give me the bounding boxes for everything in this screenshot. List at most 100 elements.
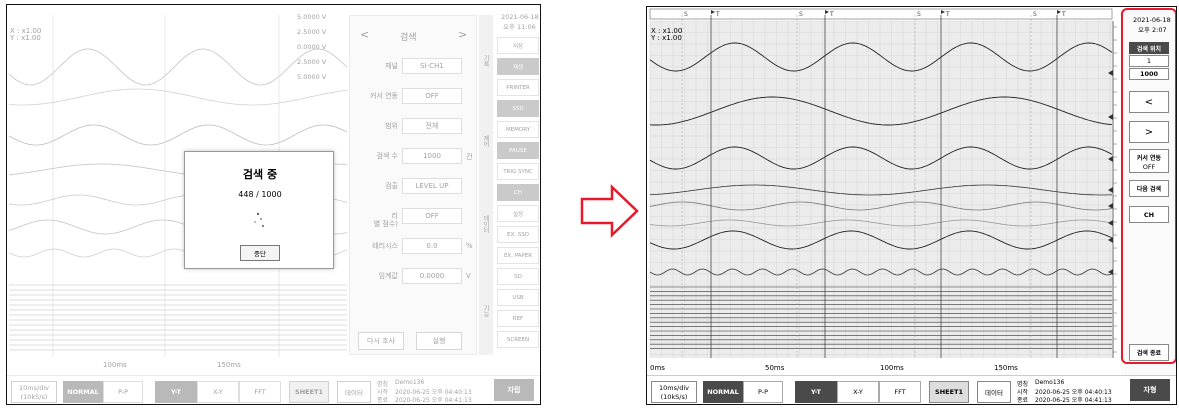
right-bottom-bar: 10ms/div (10kS/s) NORMAL P-P Y-T X-Y FFT SHEET… [647, 375, 1176, 404]
left-field-label: 검출 [385, 182, 398, 190]
left-side-button[interactable]: SCREEN [497, 331, 539, 348]
left-field-value[interactable]: LEVEL UP [402, 178, 462, 194]
sheet-button[interactable]: SHEET1 [289, 381, 329, 403]
loading-spinner-icon [254, 212, 265, 228]
left-execute-button[interactable]: 실행 [416, 332, 462, 350]
left-side-button[interactable]: EX. SSD [497, 226, 539, 243]
sheet-button[interactable]: SHEET1 [929, 381, 969, 403]
mode-pp-button[interactable]: P-P [743, 381, 783, 403]
mode-normal-button[interactable]: NORMAL [703, 381, 743, 403]
view-xy-button[interactable]: X-Y [197, 381, 239, 403]
left-side-button[interactable]: EX. PAPER [497, 247, 539, 264]
right-time-label-50: 50ms [765, 364, 785, 372]
bottom-divider [7, 375, 540, 376]
left-side-button[interactable]: 저장 [497, 37, 539, 54]
start-marker-label: S [917, 11, 921, 18]
left-side-button[interactable]: CH [497, 184, 539, 201]
search-progress-dialog: 검색 중 448 / 1000 중단 [184, 151, 334, 269]
trigger-marker-label: T [829, 11, 834, 18]
data-button[interactable]: 데이터 [977, 381, 1011, 403]
view-xy-button[interactable]: X-Y [837, 381, 879, 403]
left-search-title: 검색 [400, 33, 417, 43]
left-bottom-bar: 10ms/div (10kS/s) NORMAL P-P Y-T X-Y FFT SHEET… [7, 375, 540, 404]
left-side-button[interactable]: 재생 [497, 58, 539, 75]
left-side-button[interactable]: TRIG SYNC [497, 163, 539, 180]
view-yt-button[interactable]: Y-T [795, 381, 837, 403]
left-side-button[interactable]: SSD [497, 100, 539, 117]
right-waveform-area: T T T TS S S S [649, 8, 1117, 358]
dialog-cancel-button[interactable]: 중단 [240, 245, 280, 261]
left-field-unit: 건 [466, 153, 473, 161]
left-volt-label: 2.5000 V [297, 58, 327, 66]
info-label: 종료 [377, 397, 389, 404]
left-search-prev-arrow[interactable]: < [360, 28, 369, 41]
left-field-unit: V [466, 272, 471, 280]
data-button[interactable]: 데이터 [337, 381, 371, 403]
left-field-value[interactable]: 전체 [402, 118, 462, 134]
left-side-button[interactable]: MEMORY [497, 121, 539, 138]
left-side-button[interactable]: SD [497, 268, 539, 285]
left-field-value[interactable]: OFF [402, 88, 462, 104]
right-zoom-y: Y : x1.00 [651, 34, 682, 42]
left-side-button[interactable]: PAUSE [497, 142, 539, 159]
view-yt-button[interactable]: Y-T [155, 381, 197, 403]
start-marker-label: S [1033, 11, 1037, 18]
view-fft-button[interactable]: FFT [879, 381, 921, 403]
left-volt-label: 5.0000 V [297, 13, 327, 21]
left-time-label-100: 100ms [103, 361, 127, 369]
dialog-progress: 448 / 1000 [238, 190, 282, 199]
info-value: Demo136 [395, 379, 425, 386]
left-field-label: 리 별 점수) [373, 212, 398, 228]
info-value: 2020-06-25 오후 04:41:13 [395, 397, 472, 404]
left-search-panel: < 검색 > 채널 SI-CH1 커서 연동 OFF 범위 전체 검색 수 1000 건 검출 LE… [349, 15, 477, 355]
left-date: 2021-06-18 [501, 13, 539, 21]
left-time: 오후 11:06 [503, 23, 536, 31]
left-field-label: 범위 [385, 122, 398, 130]
left-side-tabs: 기록 제어 데이터 기능 [479, 15, 493, 355]
left-tab-function[interactable]: 기능 [481, 305, 490, 317]
left-screenshot: X : x1.00 Y : x1.00 5.0000 V 2.5000 V 0.00… [6, 4, 541, 405]
info-value: Demo136 [1035, 379, 1065, 386]
right-time-label-0: 0ms [650, 364, 665, 372]
transition-arrow-icon [580, 184, 639, 238]
left-side-button[interactable]: REF [497, 310, 539, 327]
dialog-title: 검색 중 [242, 168, 278, 181]
trigger-marker-label: T [945, 11, 950, 18]
trigger-marker-label: T [1061, 11, 1066, 18]
right-time-label-150: 150ms [994, 364, 1018, 372]
start-marker-label: S [684, 11, 688, 18]
left-field-value[interactable]: SI-CH1 [402, 58, 462, 74]
left-field-unit: % [466, 242, 473, 250]
mode-pp-button[interactable]: P-P [103, 381, 143, 403]
left-volt-label: 2.5000 V [297, 28, 327, 36]
info-label: 종료 [1017, 397, 1029, 404]
left-zoom-y: Y : x1.00 [10, 34, 41, 42]
left-volt-label: 0.0000 V [297, 43, 327, 51]
record-button[interactable]: 자형 [1130, 379, 1170, 401]
left-field-value[interactable]: 0.0 [402, 238, 462, 254]
left-search-next-arrow[interactable]: > [458, 28, 467, 41]
record-button[interactable]: 자립 [494, 379, 534, 401]
left-side-button[interactable]: PRINTER [497, 79, 539, 96]
left-field-label: 채널 [385, 62, 398, 70]
left-field-value[interactable]: OFF [402, 208, 462, 224]
start-marker-label: S [799, 11, 803, 18]
left-field-label: 임계값 [378, 272, 398, 280]
left-tab-control[interactable]: 제어 [481, 135, 490, 147]
left-side-button[interactable]: USB [497, 289, 539, 306]
left-volt-label: 5.0000 V [297, 73, 327, 81]
left-tab-data[interactable]: 데이터 [481, 215, 490, 233]
left-field-value[interactable]: 0.0000 [402, 268, 462, 284]
left-field-label: 검색 수 [376, 152, 398, 160]
left-prev-search-button[interactable]: 다시 조사 [358, 332, 404, 350]
highlight-box [1121, 8, 1176, 364]
left-field-value[interactable]: 1000 [402, 148, 462, 164]
timebase-button[interactable]: 10ms/div (10kS/s) [11, 381, 57, 403]
left-side-button[interactable]: 설정 [497, 205, 539, 222]
mode-normal-button[interactable]: NORMAL [63, 381, 103, 403]
left-tab-record[interactable]: 기록 [481, 55, 490, 67]
left-time-label-150: 150ms [217, 361, 241, 369]
view-fft-button[interactable]: FFT [239, 381, 281, 403]
timebase-button[interactable]: 10ms/div (10kS/s) [651, 381, 697, 403]
right-time-label-100: 100ms [880, 364, 904, 372]
